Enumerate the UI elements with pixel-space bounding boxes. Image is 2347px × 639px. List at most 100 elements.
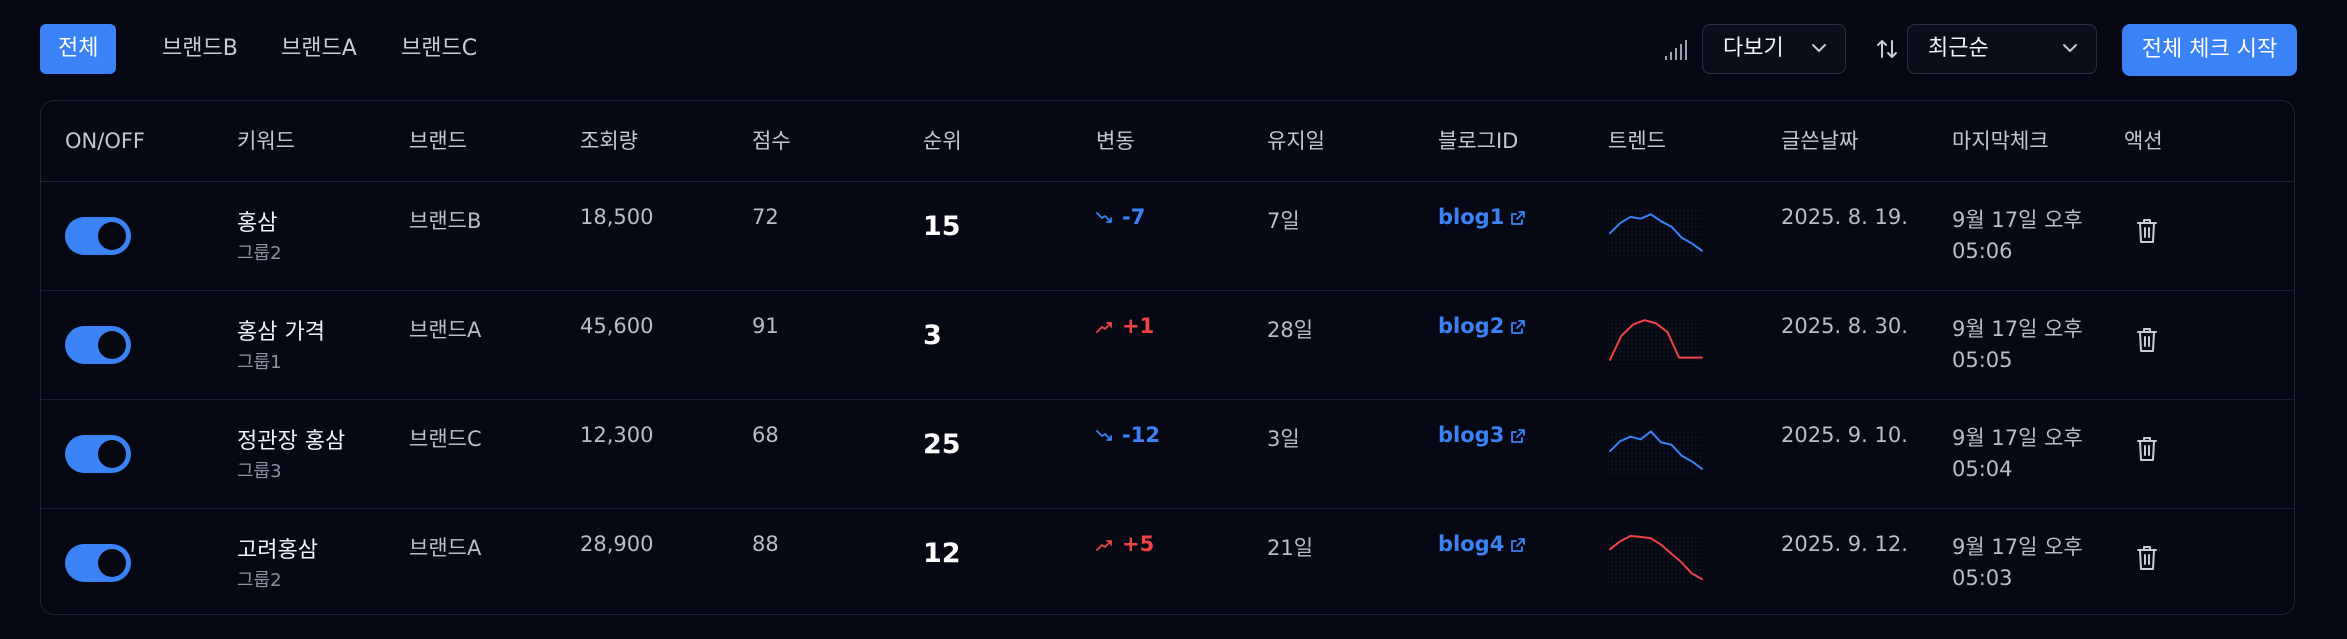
brand-cell: 브랜드B [409, 209, 482, 233]
keyword-group: 그룹3 [237, 461, 282, 482]
change-value: -7 [1122, 205, 1146, 229]
rank-cell: 25 [923, 429, 961, 460]
view-dropdown-label: 다보기 [1723, 36, 1784, 61]
views-cell: 45,600 [580, 314, 654, 338]
rank-cell: 12 [923, 538, 961, 569]
last-check-time: 05:05 [1952, 348, 2013, 372]
keyword-name: 홍삼 가격 [237, 320, 325, 345]
last-check-cell: 9월 17일 오후 05:04 [1952, 423, 2083, 485]
views-cell: 12,300 [580, 423, 654, 447]
keyword-group: 그룹1 [237, 352, 282, 373]
brand-cell: 브랜드C [409, 427, 482, 451]
keyword-group: 그룹2 [237, 570, 282, 591]
toggle-knob [98, 549, 126, 577]
score-cell: 91 [752, 314, 779, 338]
written-date-cell: 2025. 9. 12. [1781, 532, 1908, 556]
change-value: +5 [1122, 532, 1155, 556]
change-cell: +1 [1096, 314, 1154, 338]
tab-brand-a[interactable]: 브랜드A [263, 24, 375, 74]
column-rank: 순위 [923, 129, 962, 153]
keyword-group: 그룹2 [237, 243, 282, 264]
written-date-cell: 2025. 8. 19. [1781, 205, 1908, 229]
delete-trash-icon[interactable] [2135, 544, 2159, 572]
views-cell: 18,500 [580, 205, 654, 229]
table-row: 고려홍삼 그룹2 브랜드A 28,900 88 12 +5 21일 blog4 … [41, 508, 2294, 614]
column-keyword: 키워드 [237, 129, 295, 153]
blog-link[interactable]: blog1 [1438, 205, 1526, 229]
blog-link[interactable]: blog4 [1438, 532, 1526, 556]
on-off-toggle[interactable] [65, 217, 131, 255]
last-check-cell: 9월 17일 오후 05:06 [1952, 205, 2083, 267]
blog-id: blog4 [1438, 532, 1505, 556]
sort-arrows-icon [1877, 40, 1897, 58]
table-row: 홍삼 가격 그룹1 브랜드A 45,600 91 3 +1 28일 blog2 … [41, 290, 2294, 400]
sort-dropdown-label: 최근순 [1928, 36, 1989, 61]
external-link-icon [1511, 211, 1526, 225]
chevron-down-icon [2063, 44, 2077, 53]
change-cell: +5 [1096, 532, 1154, 556]
view-dropdown[interactable]: 다보기 [1702, 24, 1846, 74]
trend-sparkline [1608, 428, 1703, 474]
tab-brand-b[interactable]: 브랜드B [144, 24, 256, 74]
delete-trash-icon[interactable] [2135, 217, 2159, 245]
column-written-date: 글쓴날짜 [1781, 129, 1859, 153]
signal-bars-icon [1665, 40, 1691, 60]
score-cell: 88 [752, 532, 779, 556]
blog-id: blog2 [1438, 314, 1505, 338]
keyword-table: ON/OFF 키워드 브랜드 조회량 점수 순위 변동 유지일 블로그ID 트렌… [40, 100, 2295, 615]
keyword-name: 고려홍삼 [237, 538, 318, 563]
days-cell: 3일 [1267, 427, 1300, 451]
written-date-cell: 2025. 8. 30. [1781, 314, 1908, 338]
change-cell: -7 [1096, 205, 1145, 229]
trending-up-icon [1096, 322, 1112, 333]
written-date-cell: 2025. 9. 10. [1781, 423, 1908, 447]
last-check-time: 05:06 [1952, 239, 2013, 263]
on-off-toggle[interactable] [65, 544, 131, 582]
column-blog-id: 블로그ID [1438, 129, 1519, 153]
toggle-knob [98, 331, 126, 359]
last-check-cell: 9월 17일 오후 05:05 [1952, 314, 2083, 376]
trend-sparkline [1608, 319, 1703, 365]
trending-up-icon [1096, 540, 1112, 551]
table-row: 정관장 홍삼 그룹3 브랜드C 12,300 68 25 -12 3일 blog… [41, 399, 2294, 509]
delete-trash-icon[interactable] [2135, 326, 2159, 354]
toggle-knob [98, 440, 126, 468]
trend-sparkline [1608, 535, 1703, 583]
change-value: +1 [1122, 314, 1155, 338]
last-check-cell: 9월 17일 오후 05:03 [1952, 532, 2083, 594]
sort-dropdown[interactable]: 최근순 [1907, 24, 2097, 74]
column-action: 액션 [2124, 129, 2163, 153]
tab-all[interactable]: 전체 [40, 24, 117, 74]
column-brand: 브랜드 [409, 129, 467, 153]
last-check-date: 9월 17일 오후 [1952, 535, 2083, 559]
keyword-name: 홍삼 [237, 211, 278, 236]
on-off-toggle[interactable] [65, 435, 131, 473]
last-check-time: 05:03 [1952, 566, 2013, 590]
column-views: 조회량 [580, 129, 638, 153]
column-days: 유지일 [1267, 129, 1325, 153]
trending-down-icon [1096, 430, 1112, 441]
column-last-check: 마지막체크 [1952, 129, 2049, 153]
table-row: 홍삼 그룹2 브랜드B 18,500 72 15 -7 7일 blog1 202… [41, 181, 2294, 291]
days-cell: 21일 [1267, 536, 1314, 560]
score-cell: 68 [752, 423, 779, 447]
blog-link[interactable]: blog2 [1438, 314, 1526, 338]
brand-cell: 브랜드A [409, 536, 482, 560]
score-cell: 72 [752, 205, 779, 229]
start-check-all-button[interactable]: 전체 체크 시작 [2122, 24, 2297, 76]
days-cell: 7일 [1267, 209, 1300, 233]
days-cell: 28일 [1267, 318, 1314, 342]
rank-cell: 3 [923, 320, 942, 351]
last-check-date: 9월 17일 오후 [1952, 426, 2083, 450]
table-header: ON/OFF 키워드 브랜드 조회량 점수 순위 변동 유지일 블로그ID 트렌… [41, 101, 2294, 182]
toggle-knob [98, 222, 126, 250]
last-check-date: 9월 17일 오후 [1952, 208, 2083, 232]
delete-trash-icon[interactable] [2135, 435, 2159, 463]
keyword-name: 정관장 홍삼 [237, 429, 346, 454]
last-check-date: 9월 17일 오후 [1952, 317, 2083, 341]
on-off-toggle[interactable] [65, 326, 131, 364]
tab-brand-c[interactable]: 브랜드C [383, 24, 495, 74]
blog-id: blog1 [1438, 205, 1505, 229]
views-cell: 28,900 [580, 532, 654, 556]
blog-link[interactable]: blog3 [1438, 423, 1526, 447]
